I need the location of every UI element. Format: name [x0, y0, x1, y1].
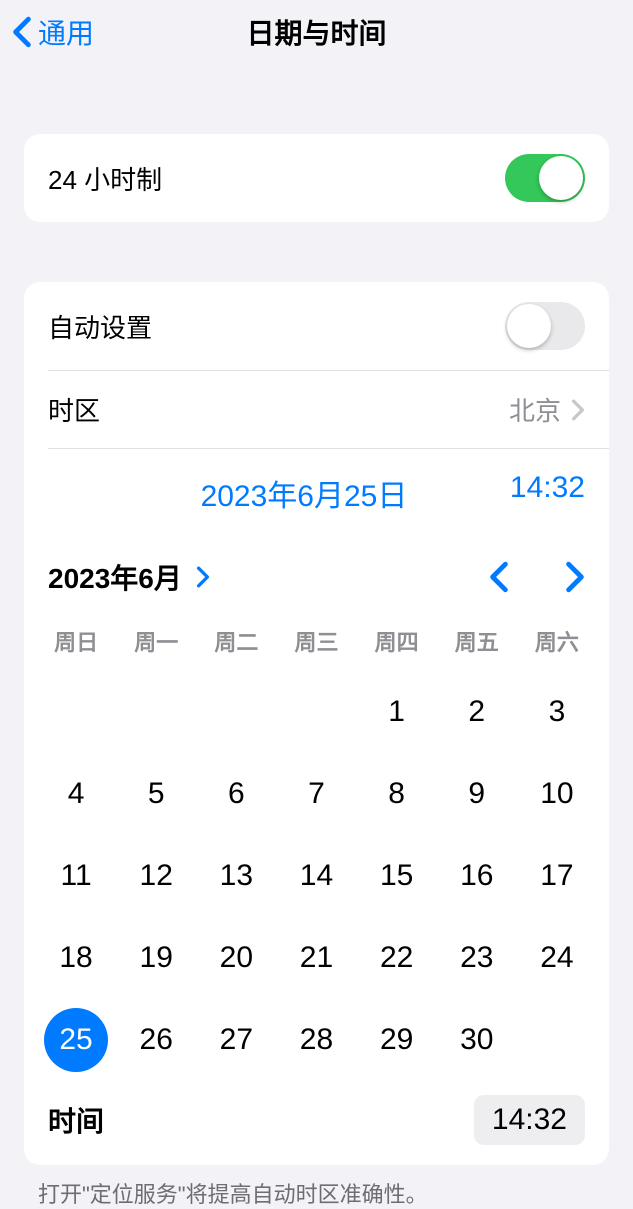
calendar-day[interactable]: 21 [276, 917, 356, 999]
calendar-day[interactable]: 2 [437, 671, 517, 753]
month-picker-button[interactable]: 2023年6月 [48, 557, 210, 597]
calendar-day[interactable]: 6 [196, 753, 276, 835]
selected-time-button[interactable]: 14:32 [510, 471, 585, 515]
label-24h: 24 小时制 [48, 160, 162, 197]
calendar-day[interactable]: 14 [276, 835, 356, 917]
calendar-empty-cell [116, 671, 196, 753]
label-timezone: 时区 [48, 391, 100, 428]
weekday-label: 周三 [276, 617, 356, 665]
calendar-day[interactable]: 8 [357, 753, 437, 835]
weekday-label: 周日 [36, 617, 116, 665]
calendar-empty-cell [196, 671, 276, 753]
settings-group-datetime: 自动设置 时区 北京 2023年6月25日 14:32 2023年6月 周日周一… [24, 282, 609, 1165]
row-time-inline: 时间 14:32 [24, 1091, 609, 1165]
row-24h: 24 小时制 [24, 134, 609, 222]
back-button[interactable]: 通用 [0, 12, 94, 52]
settings-group-display: 24 小时制 [24, 134, 609, 222]
calendar-day[interactable]: 26 [116, 999, 196, 1081]
calendar-day[interactable]: 17 [517, 835, 597, 917]
selected-date-button[interactable]: 2023年6月25日 [98, 471, 510, 515]
page-title: 日期与时间 [0, 12, 633, 52]
month-nav [489, 561, 585, 593]
calendar-day[interactable]: 11 [36, 835, 116, 917]
prev-month-button[interactable] [489, 561, 509, 593]
weekday-label: 周一 [116, 617, 196, 665]
chevron-right-icon [571, 399, 585, 421]
back-label: 通用 [38, 12, 94, 52]
calendar-empty-cell [36, 671, 116, 753]
calendar-day[interactable]: 30 [437, 999, 517, 1081]
weekday-header: 周日周一周二周三周四周五周六 [24, 607, 609, 665]
calendar-day[interactable]: 13 [196, 835, 276, 917]
calendar-day[interactable]: 4 [36, 753, 116, 835]
weekday-label: 周五 [437, 617, 517, 665]
toggle-24h[interactable] [505, 154, 585, 202]
calendar-day[interactable]: 27 [196, 999, 276, 1081]
label-autoset: 自动设置 [48, 308, 152, 345]
calendar-day[interactable]: 23 [437, 917, 517, 999]
weekday-label: 周四 [357, 617, 437, 665]
calendar-grid: 1234567891011121314151617181920212223242… [24, 665, 609, 1091]
month-label: 2023年6月 [48, 557, 182, 597]
row-selected-datetime: 2023年6月25日 14:32 [24, 449, 609, 533]
navbar: 通用 日期与时间 [0, 0, 633, 64]
calendar-day[interactable]: 24 [517, 917, 597, 999]
calendar-day[interactable]: 7 [276, 753, 356, 835]
calendar-empty-cell [276, 671, 356, 753]
time-chip-button[interactable]: 14:32 [474, 1095, 585, 1145]
calendar-day[interactable]: 16 [437, 835, 517, 917]
footer-note: 打开"定位服务"将提高自动时区准确性。 [0, 1165, 633, 1209]
calendar-header: 2023年6月 [24, 533, 609, 607]
timezone-text: 北京 [509, 391, 561, 428]
toggle-autoset[interactable] [505, 302, 585, 350]
row-autoset: 自动设置 [24, 282, 609, 370]
calendar-day[interactable]: 29 [357, 999, 437, 1081]
calendar-day[interactable]: 9 [437, 753, 517, 835]
calendar-day[interactable]: 28 [276, 999, 356, 1081]
calendar-day[interactable]: 12 [116, 835, 196, 917]
label-time-inline: 时间 [48, 1100, 104, 1140]
calendar-day[interactable]: 20 [196, 917, 276, 999]
weekday-label: 周二 [196, 617, 276, 665]
chevron-left-icon [12, 16, 32, 48]
calendar-day[interactable]: 25 [36, 999, 116, 1081]
calendar-day[interactable]: 10 [517, 753, 597, 835]
calendar-day[interactable]: 15 [357, 835, 437, 917]
next-month-button[interactable] [565, 561, 585, 593]
calendar-day[interactable]: 22 [357, 917, 437, 999]
calendar-day[interactable]: 19 [116, 917, 196, 999]
value-timezone: 北京 [509, 391, 585, 428]
calendar-day[interactable]: 1 [357, 671, 437, 753]
calendar-day[interactable]: 18 [36, 917, 116, 999]
chevron-right-icon [196, 566, 210, 588]
weekday-label: 周六 [517, 617, 597, 665]
calendar-day[interactable]: 3 [517, 671, 597, 753]
calendar-day[interactable]: 5 [116, 753, 196, 835]
row-timezone[interactable]: 时区 北京 [24, 371, 609, 448]
